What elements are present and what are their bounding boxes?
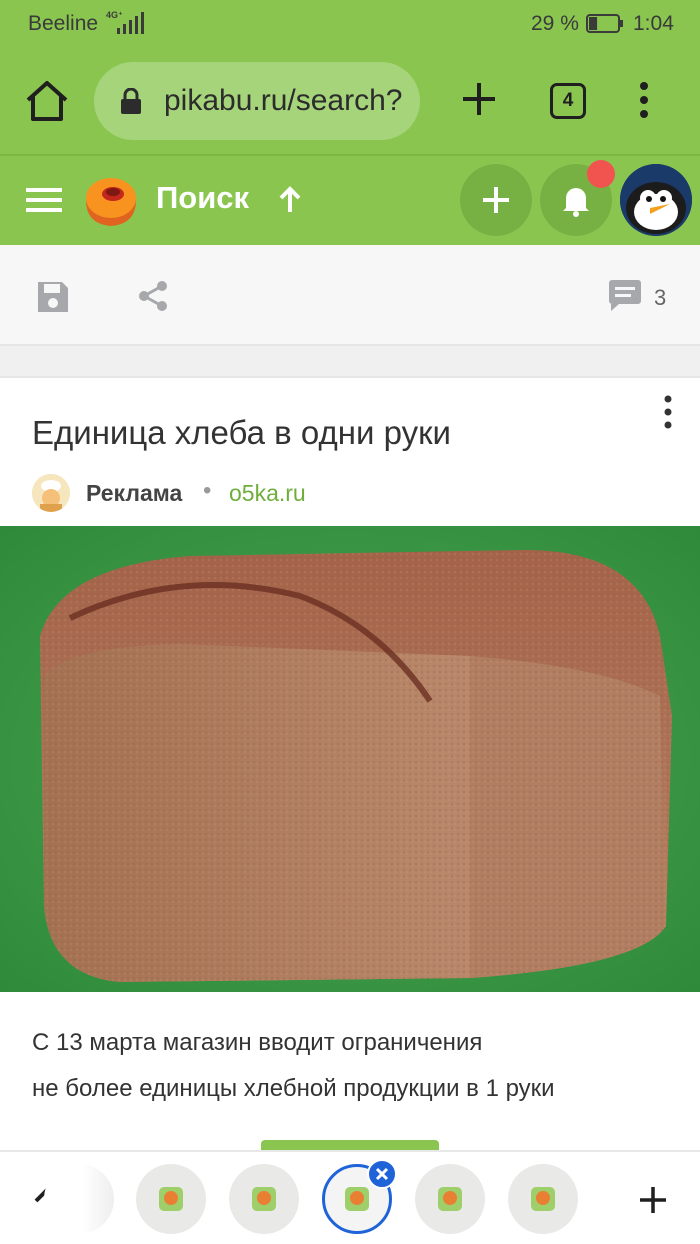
signal-icon: [117, 12, 144, 34]
more-vert-icon[interactable]: [660, 394, 676, 430]
tab-thumbnail[interactable]: [229, 1164, 299, 1234]
carrier-name: Beeline: [28, 12, 99, 35]
site-favicon: [252, 1187, 276, 1211]
home-icon[interactable]: [24, 78, 70, 124]
status-bar: Beeline 4G⁺ 29 % 1:04: [0, 0, 700, 50]
site-favicon: [159, 1187, 183, 1211]
save-icon[interactable]: [36, 280, 70, 314]
post-action-bar: 3: [0, 245, 700, 346]
author-name[interactable]: Реклама: [86, 480, 182, 507]
penguin-avatar-image: [620, 164, 692, 236]
more-vert-icon[interactable]: [634, 80, 654, 120]
chef-avatar-image: [32, 474, 70, 512]
tab-thumbnail[interactable]: [136, 1164, 206, 1234]
battery-percent: 29 %: [531, 12, 579, 35]
page-title: Поиск: [156, 180, 250, 215]
tab-thumbnail[interactable]: [415, 1164, 485, 1234]
post-card: Единица хлеба в одни руки Реклама • o5ka…: [0, 380, 700, 1150]
post-body: С 13 марта магазин вводит ограничения не…: [32, 1020, 555, 1112]
avatar[interactable]: [620, 164, 692, 236]
url-text[interactable]: pikabu.ru/search?: [164, 84, 402, 118]
address-bar[interactable]: pikabu.ru/search?: [94, 62, 420, 140]
close-tab-button[interactable]: [367, 1159, 397, 1189]
tabs-counter-button[interactable]: 4: [550, 83, 586, 119]
page: Beeline 4G⁺ 29 % 1:04 pikabu.ru/search?: [0, 0, 700, 1244]
add-icon: [483, 187, 509, 213]
site-favicon: [531, 1187, 555, 1211]
post-text-line: С 13 марта магазин вводит ограничения: [32, 1029, 483, 1056]
source-link[interactable]: o5ka.ru: [229, 480, 306, 507]
clock: 1:04: [633, 12, 674, 35]
notification-dot: [587, 160, 615, 188]
add-post-button[interactable]: [460, 164, 532, 236]
browser-tab-strip: [0, 1150, 700, 1244]
bread-illustration: [0, 526, 700, 992]
comment-icon[interactable]: [607, 279, 643, 313]
bell-icon: [563, 188, 589, 217]
comment-count[interactable]: 3: [654, 285, 666, 311]
battery-icon: [586, 14, 623, 33]
tab-thumbnail[interactable]: [508, 1164, 578, 1234]
bread-loaf-image[interactable]: [0, 526, 700, 992]
arrow-up-icon[interactable]: [277, 185, 303, 215]
post-title[interactable]: Единица хлеба в одни руки: [32, 414, 451, 452]
plus-icon[interactable]: [458, 78, 500, 120]
author-avatar[interactable]: [32, 474, 70, 512]
share-icon[interactable]: [136, 279, 170, 313]
post-cta-button[interactable]: [261, 1140, 439, 1150]
feed-divider: [0, 346, 700, 378]
close-icon: [375, 1167, 389, 1181]
lock-icon: [121, 88, 141, 114]
pikabu-logo[interactable]: [82, 172, 140, 230]
tab-thumbnail[interactable]: [44, 1164, 114, 1234]
burger-icon[interactable]: [26, 186, 62, 214]
add-tab-icon[interactable]: [638, 1185, 668, 1215]
post-text-line: не более единицы хлебной продукции в 1 р…: [32, 1075, 555, 1102]
separator-dot: •: [203, 477, 212, 504]
site-favicon: [438, 1187, 462, 1211]
browser-toolbar: pikabu.ru/search? 4: [0, 50, 700, 156]
site-favicon: [345, 1187, 369, 1211]
